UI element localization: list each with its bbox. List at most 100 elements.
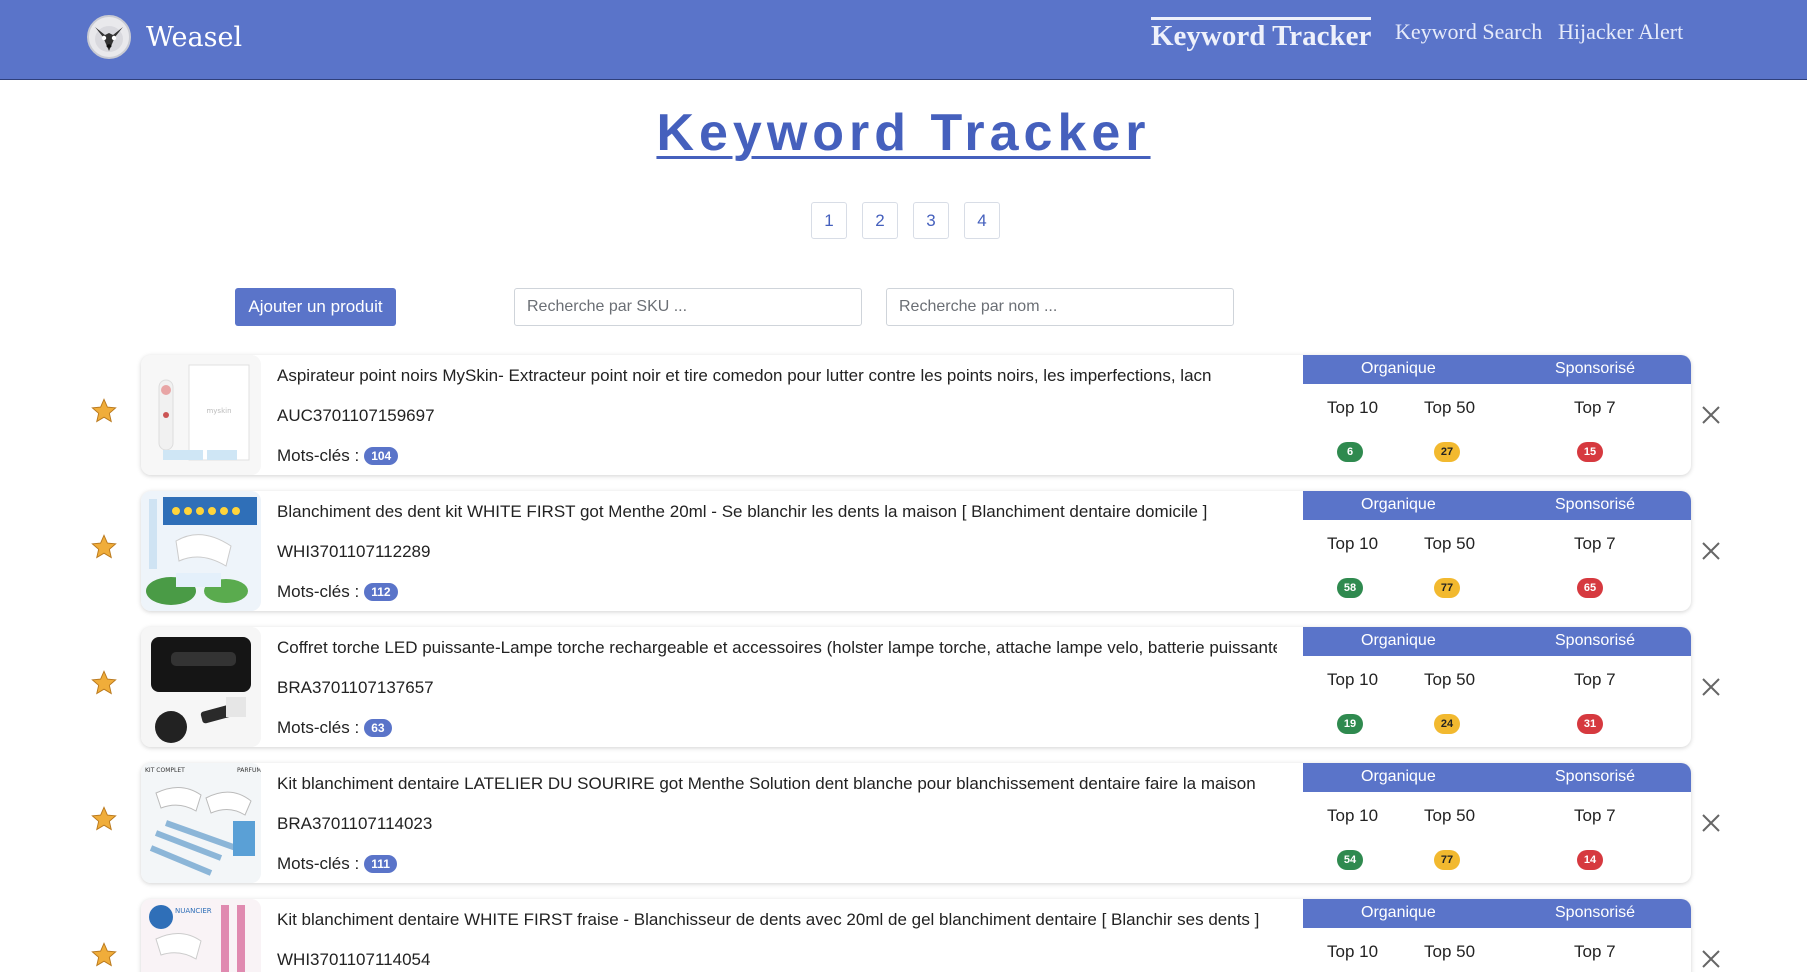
top10-count-badge: 6 [1337, 442, 1363, 462]
keywords-count-badge: 111 [364, 855, 397, 873]
brand-name: Weasel [146, 21, 243, 53]
weasel-logo-icon [87, 15, 131, 59]
add-product-button[interactable]: Ajouter un produit [235, 288, 396, 326]
sponsored-header: Sponsorisé [1555, 632, 1636, 649]
favorite-star-icon[interactable] [90, 533, 118, 561]
product-row-3: Coffret torche LED puissante-Lampe torch… [0, 627, 1807, 747]
ranking-stats: Organique Sponsorisé Top 10 Top 50 Top 7 [1303, 899, 1691, 972]
page-button-2[interactable]: 2 [862, 202, 898, 239]
product-name: Blanchiment des dent kit WHITE FIRST got… [277, 502, 1208, 521]
remove-product-close-icon[interactable] [1700, 812, 1722, 834]
sponsored-header: Sponsorisé [1555, 768, 1636, 785]
organic-header: Organique [1361, 768, 1436, 785]
favorite-star-icon[interactable] [90, 805, 118, 833]
top10-label: Top 10 [1327, 534, 1379, 553]
page-button-4[interactable]: 4 [964, 202, 1000, 239]
favorite-star-icon[interactable] [90, 397, 118, 425]
top50-count-badge: 77 [1434, 578, 1460, 598]
top50-label: Top 50 [1424, 398, 1476, 417]
sponsored-header: Sponsorisé [1555, 496, 1636, 513]
product-card[interactable]: myskin Aspirateur point noirs MySkin- Ex… [141, 355, 1691, 475]
product-keywords: Mots-clés : 63 [277, 718, 392, 738]
product-keywords: Mots-clés : 112 [277, 582, 398, 602]
nav-keyword-tracker[interactable]: Keyword Tracker [1151, 17, 1372, 53]
top7-label: Top 7 [1574, 942, 1616, 961]
favorite-star-icon[interactable] [90, 941, 118, 969]
product-sku: WHI3701107114054 [277, 950, 431, 969]
top-navbar: Weasel Keyword Tracker Keyword Search Hi… [0, 0, 1807, 80]
product-sku: BRA3701107114023 [277, 814, 433, 833]
product-card[interactable]: Coffret torche LED puissante-Lampe torch… [141, 627, 1691, 747]
favorite-star-icon[interactable] [90, 669, 118, 697]
top50-count-badge: 27 [1434, 442, 1460, 462]
keywords-label: Mots-clés : [277, 582, 360, 601]
stats-header: Organique Sponsorisé [1303, 627, 1691, 656]
name-search-input[interactable] [886, 288, 1234, 326]
stats-header: Organique Sponsorisé [1303, 355, 1691, 384]
top10-label: Top 10 [1327, 942, 1379, 961]
whitening-kit-strawberry-thumbnail: NUANCIER [141, 899, 261, 972]
led-torch-thumbnail [141, 627, 261, 747]
keywords-label: Mots-clés : [277, 854, 360, 873]
product-sku: WHI3701107112289 [277, 542, 431, 561]
svg-text:NUANCIER: NUANCIER [175, 907, 212, 915]
remove-product-close-icon[interactable] [1700, 404, 1722, 426]
keywords-count-badge: 112 [364, 583, 398, 601]
keywords-label: Mots-clés : [277, 446, 360, 465]
top7-label: Top 7 [1574, 534, 1616, 553]
product-keywords: Mots-clés : 111 [277, 854, 397, 874]
top50-label: Top 50 [1424, 806, 1476, 825]
keywords-count-badge: 63 [364, 719, 392, 737]
ranking-stats: Organique Sponsorisé Top 10 Top 50 Top 7… [1303, 491, 1691, 611]
product-name: Kit blanchiment dentaire LATELIER DU SOU… [277, 774, 1256, 793]
top7-label: Top 7 [1574, 806, 1616, 825]
remove-product-close-icon[interactable] [1700, 948, 1722, 970]
product-keywords: Mots-clés : 104 [277, 446, 399, 466]
keywords-label: Mots-clés : [277, 718, 360, 737]
page-button-1[interactable]: 1 [811, 202, 847, 239]
pagination: 1 2 3 4 [811, 202, 1000, 239]
top7-count-badge: 31 [1577, 714, 1603, 734]
page-title: Keyword Tracker [656, 104, 1151, 162]
top7-count-badge: 15 [1577, 442, 1603, 462]
sku-search-input[interactable] [514, 288, 862, 326]
top10-label: Top 10 [1327, 670, 1379, 689]
top7-label: Top 7 [1574, 398, 1616, 417]
organic-header: Organique [1361, 360, 1436, 377]
svg-text:KIT COMPLET: KIT COMPLET [145, 767, 185, 774]
brand[interactable]: Weasel [87, 15, 242, 59]
top50-label: Top 50 [1424, 534, 1476, 553]
top50-count-badge: 77 [1434, 850, 1460, 870]
keywords-count-badge: 104 [364, 447, 399, 465]
stats-header: Organique Sponsorisé [1303, 491, 1691, 520]
sponsored-header: Sponsorisé [1555, 904, 1636, 921]
product-card[interactable]: KIT COMPLET PARFUM Kit blanchiment dentai… [141, 763, 1691, 883]
top10-label: Top 10 [1327, 398, 1379, 417]
ranking-stats: Organique Sponsorisé Top 10 Top 50 Top 7… [1303, 627, 1691, 747]
ranking-stats: Organique Sponsorisé Top 10 Top 50 Top 7… [1303, 355, 1691, 475]
product-row-1: myskin Aspirateur point noirs MySkin- Ex… [0, 355, 1807, 475]
svg-text:myskin: myskin [206, 407, 231, 415]
organic-header: Organique [1361, 496, 1436, 513]
remove-product-close-icon[interactable] [1700, 676, 1722, 698]
product-sku: AUC3701107159697 [277, 406, 435, 425]
top50-label: Top 50 [1424, 670, 1476, 689]
product-card[interactable]: NUANCIER Kit blanchiment dentaire WHITE … [141, 899, 1691, 972]
stats-header: Organique Sponsorisé [1303, 899, 1691, 928]
product-row-5: NUANCIER Kit blanchiment dentaire WHITE … [0, 899, 1807, 972]
page-button-3[interactable]: 3 [913, 202, 949, 239]
product-name: Coffret torche LED puissante-Lampe torch… [277, 638, 1277, 657]
organic-header: Organique [1361, 904, 1436, 921]
top7-count-badge: 14 [1577, 850, 1603, 870]
stats-header: Organique Sponsorisé [1303, 763, 1691, 792]
top10-count-badge: 19 [1337, 714, 1363, 734]
top50-label: Top 50 [1424, 942, 1476, 961]
top7-count-badge: 65 [1577, 578, 1603, 598]
whitening-kit-mint-thumbnail [141, 491, 261, 611]
nav-hijacker-alert[interactable]: Hijacker Alert [1558, 19, 1683, 45]
nav-keyword-search[interactable]: Keyword Search [1395, 19, 1542, 45]
product-card[interactable]: Blanchiment des dent kit WHITE FIRST got… [141, 491, 1691, 611]
ranking-stats: Organique Sponsorisé Top 10 Top 50 Top 7… [1303, 763, 1691, 883]
top7-label: Top 7 [1574, 670, 1616, 689]
remove-product-close-icon[interactable] [1700, 540, 1722, 562]
